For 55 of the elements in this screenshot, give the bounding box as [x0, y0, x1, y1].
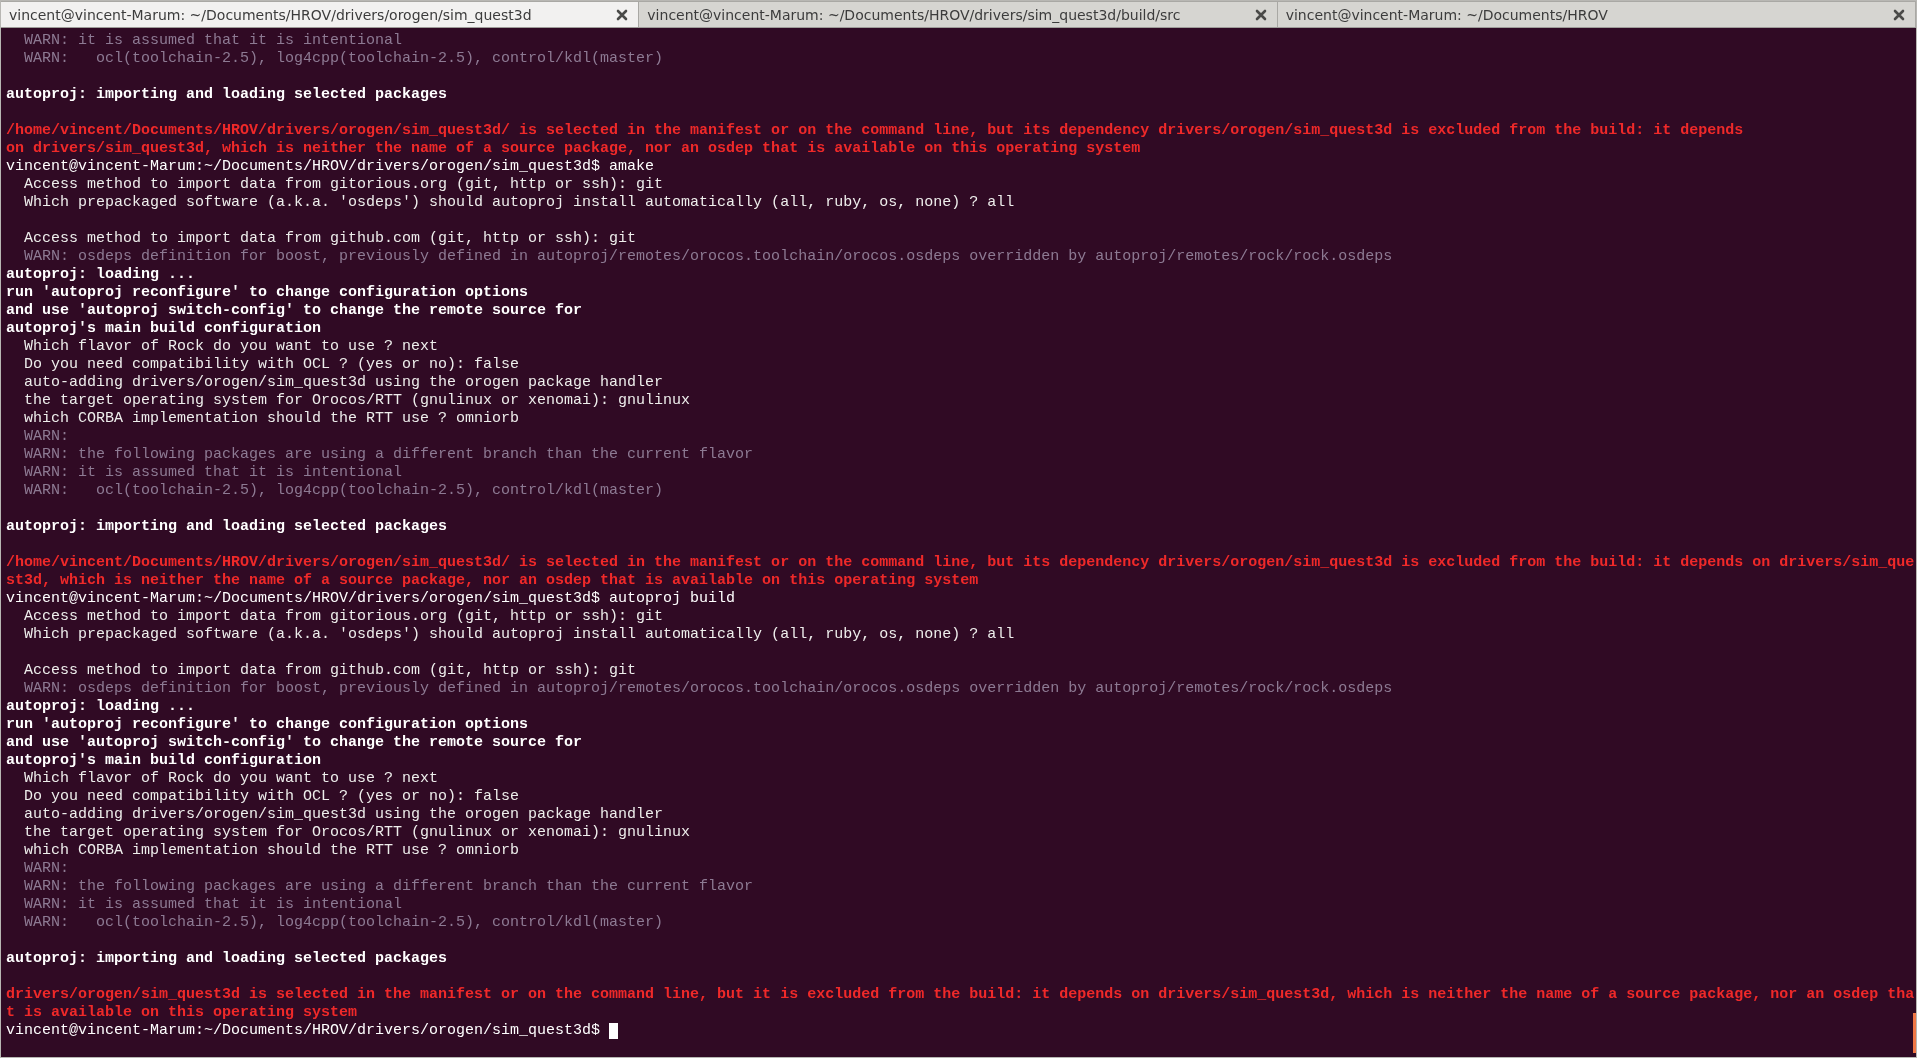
output-line: Access method to import data from github.com (git, http or ssh): git: [23, 230, 637, 248]
prompt-line: vincent@vincent-Marum:~/Documents/HROV/drivers/orogen/sim_quest3d$: [6, 1022, 602, 1040]
warning-line: WARN: ocl(toolchain-2.5), log4cpp(toolchain-2.5), control/kdl(master): [23, 50, 664, 68]
output-line: auto-adding drivers/orogen/sim_quest3d using the orogen package handler: [23, 374, 664, 392]
status-line: autoproj: loading ...: [6, 698, 196, 716]
status-line: autoproj's main build configuration: [6, 320, 322, 338]
error-line: t is available on this operating system: [6, 1004, 358, 1022]
output-line: Access method to import data from gitorious.org (git, http or ssh): git: [23, 176, 664, 194]
terminal-tab[interactable]: vincent@vincent-Marum: ~/Documents/HROV: [1277, 1, 1916, 27]
status-line: and use 'autoproj switch-config' to change the remote source for: [6, 734, 583, 752]
status-line: and use 'autoproj switch-config' to change the remote source for: [6, 302, 583, 320]
prompt-line: vincent@vincent-Marum:~/Documents/HROV/drivers/orogen/sim_quest3d$ autoproj build: [6, 590, 736, 608]
warning-line: WARN: it is assumed that it is intentional: [23, 464, 403, 482]
output-line: which CORBA implementation should the RTT use ? omniorb: [23, 842, 520, 860]
warning-line: WARN: it is assumed that it is intentional: [23, 896, 403, 914]
error-line: /home/vincent/Documents/HROV/drivers/orogen/sim_quest3d/ is selected in the manifest or on the command line, but its dependency drivers/orogen/sim_quest3d is excluded from the build: it depends: [6, 122, 1744, 140]
status-line: run 'autoproj reconfigure' to change configuration options: [6, 284, 529, 302]
close-icon[interactable]: [1893, 8, 1905, 21]
close-icon[interactable]: [616, 8, 629, 21]
output-line: Access method to import data from github.com (git, http or ssh): git: [23, 662, 637, 680]
scrollbar-thumb[interactable]: [1913, 1013, 1916, 1053]
status-line: autoproj: loading ...: [6, 266, 196, 284]
error-line: /home/vincent/Documents/HROV/drivers/orogen/sim_quest3d/ is selected in the manifest or on the command line, but its dependency drivers/orogen/sim_quest3d is excluded from the build: it depends on drivers/sim_que: [6, 554, 1915, 572]
error-line: drivers/orogen/sim_quest3d is selected in the manifest or on the command line, but it is excluded from the build: it depends on drivers/sim_quest3d, which is neither the name of a source package, nor an osdep tha: [6, 986, 1915, 1004]
warning-line: WARN: it is assumed that it is intentional: [23, 32, 403, 50]
output-line: Which prepackaged software (a.k.a. 'osdeps') should autoproj install automatically (all, ruby, os, none) ? all: [23, 194, 1015, 212]
status-line: autoproj's main build configuration: [6, 752, 322, 770]
status-line: autoproj: importing and loading selected packages: [6, 86, 448, 104]
output-line: which CORBA implementation should the RTT use ? omniorb: [23, 410, 520, 428]
output-line: Do you need compatibility with OCL ? (yes or no): false: [23, 356, 520, 374]
warning-line: WARN: osdeps definition for boost, previously defined in autoproj/remotes/orocos.toolchain/orocos.osdeps overridden by autoproj/remotes/rock/rock.osdeps: [23, 248, 1393, 266]
output-line: Which prepackaged software (a.k.a. 'osdeps') should autoproj install automatically (all, ruby, os, none) ? all: [23, 626, 1015, 644]
status-line: autoproj: importing and loading selected packages: [6, 518, 448, 536]
output-line: Which flavor of Rock do you want to use ? next: [23, 338, 439, 356]
terminal-tab[interactable]: vincent@vincent-Marum: ~/Documents/HROV/drivers/orogen/sim_quest3d: [1, 1, 640, 27]
output-line: the target operating system for Orocos/RTT (gnulinux or xenomai): gnulinux: [23, 824, 691, 842]
status-line: autoproj: importing and loading selected packages: [6, 950, 448, 968]
warning-line: WARN: ocl(toolchain-2.5), log4cpp(toolchain-2.5), control/kdl(master): [23, 914, 664, 932]
error-line: st3d, which is neither the name of a source package, nor an osdep that is available on this operating system: [6, 572, 979, 590]
prompt-line: vincent@vincent-Marum:~/Documents/HROV/drivers/orogen/sim_quest3d$ amake: [6, 158, 655, 176]
warning-line: WARN: the following packages are using a different branch than the current flavor: [23, 446, 754, 464]
status-line: run 'autoproj reconfigure' to change configuration options: [6, 716, 529, 734]
warning-line: WARN:: [23, 860, 69, 878]
warning-line: WARN:: [23, 428, 69, 446]
output-line: Which flavor of Rock do you want to use ? next: [23, 770, 439, 788]
error-line: on drivers/sim_quest3d, which is neither the name of a source package, nor an osdep that is available on this operating system: [6, 140, 1141, 158]
output-line: Access method to import data from gitorious.org (git, http or ssh): git: [23, 608, 664, 626]
warning-line: WARN: osdeps definition for boost, previously defined in autoproj/remotes/orocos.toolchain/orocos.osdeps overridden by autoproj/remotes/rock/rock.osdeps: [23, 680, 1393, 698]
output-line: Do you need compatibility with OCL ? (yes or no): false: [23, 788, 520, 806]
close-icon[interactable]: [1254, 8, 1267, 21]
output-line: the target operating system for Orocos/RTT (gnulinux or xenomai): gnulinux: [23, 392, 691, 410]
warning-line: WARN: ocl(toolchain-2.5), log4cpp(toolchain-2.5), control/kdl(master): [23, 482, 664, 500]
warning-line: WARN: the following packages are using a different branch than the current flavor: [23, 878, 754, 896]
terminal-tab[interactable]: vincent@vincent-Marum: ~/Documents/HROV/drivers/sim_quest3d/build/src: [639, 1, 1278, 27]
output-line: auto-adding drivers/orogen/sim_quest3d using the orogen package handler: [23, 806, 664, 824]
